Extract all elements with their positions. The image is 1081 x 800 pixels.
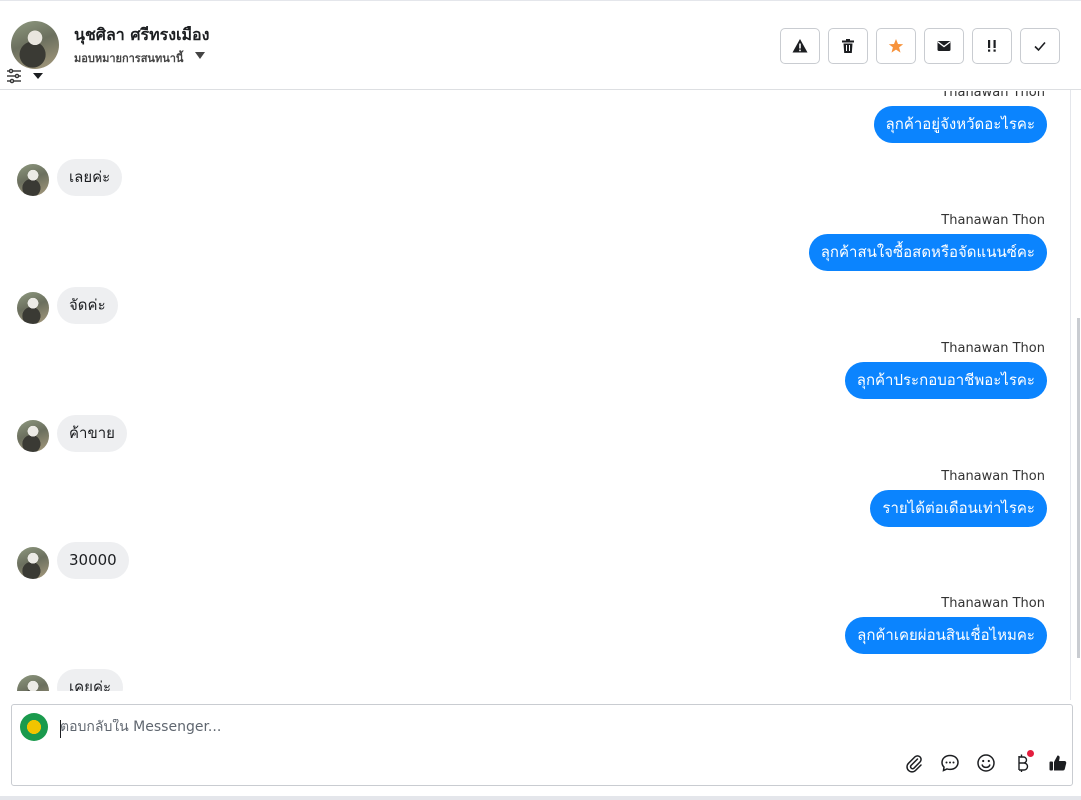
saved-replies-button[interactable] bbox=[938, 751, 962, 775]
text-cursor bbox=[60, 720, 61, 738]
reply-input[interactable] bbox=[60, 719, 660, 735]
star-button[interactable] bbox=[876, 28, 916, 64]
outgoing-message[interactable]: ลุกค้าสนใจซื้อสดหรือจัดแนนซ์คะ bbox=[808, 234, 1047, 271]
star-icon bbox=[888, 39, 904, 53]
composer-tools bbox=[902, 750, 1070, 775]
contact-avatar[interactable] bbox=[11, 21, 59, 69]
envelope-icon bbox=[937, 41, 951, 51]
mark-unread-button[interactable] bbox=[924, 28, 964, 64]
contact-avatar-small bbox=[17, 164, 49, 196]
incoming-message[interactable]: เคยค่ะ bbox=[57, 669, 124, 691]
outgoing-message[interactable]: รายได้ต่อเดือนเท่าไรคะ bbox=[870, 490, 1047, 527]
incoming-message[interactable]: จัดค่ะ bbox=[57, 287, 118, 324]
delete-button[interactable] bbox=[828, 28, 868, 64]
message-thread[interactable]: Thanawan Thon ลุกค้าอยู่จังหวัดอะไรคะ เล… bbox=[0, 91, 1070, 691]
bottom-divider bbox=[0, 796, 1081, 800]
warning-icon bbox=[792, 39, 808, 53]
header-actions bbox=[780, 28, 1060, 64]
check-icon bbox=[1034, 41, 1046, 52]
chat-bubble-icon bbox=[941, 754, 959, 772]
attach-button[interactable] bbox=[902, 751, 926, 775]
paperclip-icon bbox=[906, 755, 922, 773]
trash-icon bbox=[842, 39, 854, 53]
contact-avatar-small bbox=[17, 547, 49, 579]
done-button[interactable] bbox=[1020, 28, 1060, 64]
conversation-header: นุชศิลา ศรีทรงเมือง มอบหมายการสนทนานี้ bbox=[0, 0, 1081, 90]
spam-button[interactable] bbox=[972, 28, 1012, 64]
outgoing-message[interactable]: ลุกค้าประกอบอาชีพอะไรคะ bbox=[844, 362, 1047, 399]
report-button[interactable] bbox=[780, 28, 820, 64]
page-avatar bbox=[20, 713, 48, 741]
incoming-message[interactable]: เลยค่ะ bbox=[57, 159, 123, 196]
message-sender: Thanawan Thon bbox=[941, 341, 1045, 356]
filter-sliders-icon[interactable] bbox=[6, 68, 22, 84]
thumbs-up-icon bbox=[1049, 755, 1067, 771]
reply-composer bbox=[11, 704, 1073, 786]
contact-avatar-small bbox=[17, 420, 49, 452]
outgoing-message[interactable]: ลุกค้าเคยผ่อนสินเชื่อไหมคะ bbox=[845, 617, 1047, 654]
chevron-down-icon[interactable] bbox=[32, 71, 44, 81]
message-sender: Thanawan Thon bbox=[941, 91, 1045, 100]
emoji-icon bbox=[977, 754, 995, 772]
contact-avatar-small bbox=[17, 675, 49, 691]
assign-conversation-link[interactable]: มอบหมายการสนทนานี้ bbox=[74, 49, 183, 67]
contact-name: นุชศิลา ศรีทรงเมือง bbox=[74, 25, 210, 44]
message-sender: Thanawan Thon bbox=[941, 469, 1045, 484]
assign-chevron-down-icon[interactable] bbox=[194, 51, 206, 60]
like-button[interactable] bbox=[1046, 751, 1070, 775]
outgoing-message[interactable]: ลุกค้าอยู่จังหวัดอะไรคะ bbox=[873, 106, 1047, 143]
emoji-button[interactable] bbox=[974, 751, 998, 775]
contact-avatar-small bbox=[17, 292, 49, 324]
incoming-message[interactable]: 30000 bbox=[57, 542, 129, 579]
payment-button[interactable] bbox=[1010, 750, 1034, 775]
message-sender: Thanawan Thon bbox=[941, 596, 1045, 611]
message-sender: Thanawan Thon bbox=[941, 213, 1045, 228]
scrollbar[interactable] bbox=[1077, 318, 1080, 658]
notification-dot bbox=[1027, 750, 1034, 757]
incoming-message[interactable]: ค้าขาย bbox=[57, 415, 127, 452]
exclamation-icon bbox=[988, 40, 996, 52]
